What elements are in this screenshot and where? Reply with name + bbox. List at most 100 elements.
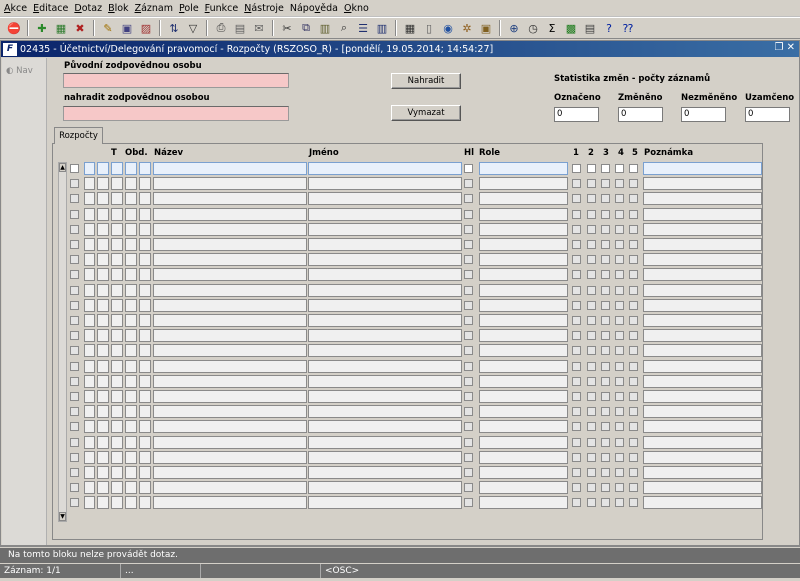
cell-poznamka[interactable] <box>643 268 762 281</box>
cell-poznamka[interactable] <box>643 420 762 433</box>
cell-jmeno[interactable] <box>308 481 462 494</box>
help-icon[interactable]: ? <box>601 20 617 36</box>
check-1[interactable] <box>572 240 581 249</box>
check-2[interactable] <box>587 270 596 279</box>
cell-jmeno[interactable] <box>308 390 462 403</box>
cell-a[interactable] <box>84 496 95 509</box>
check-hl[interactable] <box>464 240 473 249</box>
cell-obd[interactable] <box>125 177 137 190</box>
check-1[interactable] <box>572 392 581 401</box>
copy-icon[interactable]: ⧉ <box>298 20 314 36</box>
cell-jmeno[interactable] <box>308 360 462 373</box>
cell-a[interactable] <box>84 192 95 205</box>
cell-role[interactable] <box>479 208 568 221</box>
check-4[interactable] <box>615 316 624 325</box>
row-select-checkbox[interactable] <box>70 438 79 447</box>
cell-obd[interactable] <box>125 162 137 175</box>
check-hl[interactable] <box>464 301 473 310</box>
clock-icon[interactable]: ◷ <box>525 20 541 36</box>
cell-c[interactable] <box>139 436 151 449</box>
cell-t[interactable] <box>111 481 123 494</box>
cell-c[interactable] <box>139 208 151 221</box>
check-4[interactable] <box>615 225 624 234</box>
cell-role[interactable] <box>479 390 568 403</box>
cell-jmeno[interactable] <box>308 208 462 221</box>
check-4[interactable] <box>615 498 624 507</box>
cell-obd[interactable] <box>125 268 137 281</box>
check-hl[interactable] <box>464 331 473 340</box>
cell-role[interactable] <box>479 436 568 449</box>
check-5[interactable] <box>629 301 638 310</box>
cell-nazev[interactable] <box>153 192 307 205</box>
check-hl[interactable] <box>464 255 473 264</box>
check-5[interactable] <box>629 164 638 173</box>
cell-c[interactable] <box>139 268 151 281</box>
stat-field-zmeneno[interactable]: 0 <box>618 107 663 122</box>
check-1[interactable] <box>572 377 581 386</box>
row-select-checkbox[interactable] <box>70 377 79 386</box>
check-4[interactable] <box>615 210 624 219</box>
cell-c[interactable] <box>139 314 151 327</box>
check-2[interactable] <box>587 286 596 295</box>
cell-obd[interactable] <box>125 360 137 373</box>
cell-role[interactable] <box>479 466 568 479</box>
cell-obd[interactable] <box>125 223 137 236</box>
check-hl[interactable] <box>464 422 473 431</box>
cell-t[interactable] <box>111 496 123 509</box>
check-1[interactable] <box>572 225 581 234</box>
cell-b[interactable] <box>97 238 109 251</box>
cell-nazev[interactable] <box>153 390 307 403</box>
cell-jmeno[interactable] <box>308 177 462 190</box>
cell-jmeno[interactable] <box>308 162 462 175</box>
excel-icon[interactable]: ▩ <box>563 20 579 36</box>
check-5[interactable] <box>629 377 638 386</box>
check-4[interactable] <box>615 346 624 355</box>
list-icon[interactable]: ☰ <box>355 20 371 36</box>
check-2[interactable] <box>587 316 596 325</box>
check-5[interactable] <box>629 346 638 355</box>
cell-poznamka[interactable] <box>643 329 762 342</box>
sum-icon[interactable]: Σ <box>544 20 560 36</box>
cell-role[interactable] <box>479 162 568 175</box>
check-3[interactable] <box>601 225 610 234</box>
cell-role[interactable] <box>479 344 568 357</box>
cell-b[interactable] <box>97 177 109 190</box>
cell-jmeno[interactable] <box>308 375 462 388</box>
check-5[interactable] <box>629 316 638 325</box>
check-3[interactable] <box>601 164 610 173</box>
cell-t[interactable] <box>111 192 123 205</box>
check-2[interactable] <box>587 179 596 188</box>
cell-jmeno[interactable] <box>308 466 462 479</box>
cell-poznamka[interactable] <box>643 344 762 357</box>
check-hl[interactable] <box>464 498 473 507</box>
check-5[interactable] <box>629 225 638 234</box>
cell-c[interactable] <box>139 344 151 357</box>
check-5[interactable] <box>629 422 638 431</box>
cell-c[interactable] <box>139 238 151 251</box>
menu-editace[interactable]: Editace <box>33 3 68 14</box>
original-person-input[interactable] <box>63 73 289 88</box>
cell-obd[interactable] <box>125 436 137 449</box>
check-2[interactable] <box>587 377 596 386</box>
check-2[interactable] <box>587 407 596 416</box>
cell-b[interactable] <box>97 253 109 266</box>
cell-obd[interactable] <box>125 420 137 433</box>
cell-jmeno[interactable] <box>308 436 462 449</box>
cell-a[interactable] <box>84 223 95 236</box>
cell-nazev[interactable] <box>153 314 307 327</box>
check-5[interactable] <box>629 331 638 340</box>
cell-jmeno[interactable] <box>308 329 462 342</box>
cell-t[interactable] <box>111 405 123 418</box>
context-help-icon[interactable]: ⁇ <box>620 20 636 36</box>
cell-t[interactable] <box>111 299 123 312</box>
cell-nazev[interactable] <box>153 329 307 342</box>
row-select-checkbox[interactable] <box>70 392 79 401</box>
check-hl[interactable] <box>464 179 473 188</box>
cell-poznamka[interactable] <box>643 360 762 373</box>
cell-obd[interactable] <box>125 208 137 221</box>
cell-c[interactable] <box>139 253 151 266</box>
menu-zaznam[interactable]: Záznam <box>135 3 173 14</box>
cell-b[interactable] <box>97 299 109 312</box>
tab-rozpocty[interactable]: Rozpočty <box>54 127 103 144</box>
row-select-checkbox[interactable] <box>70 301 79 310</box>
